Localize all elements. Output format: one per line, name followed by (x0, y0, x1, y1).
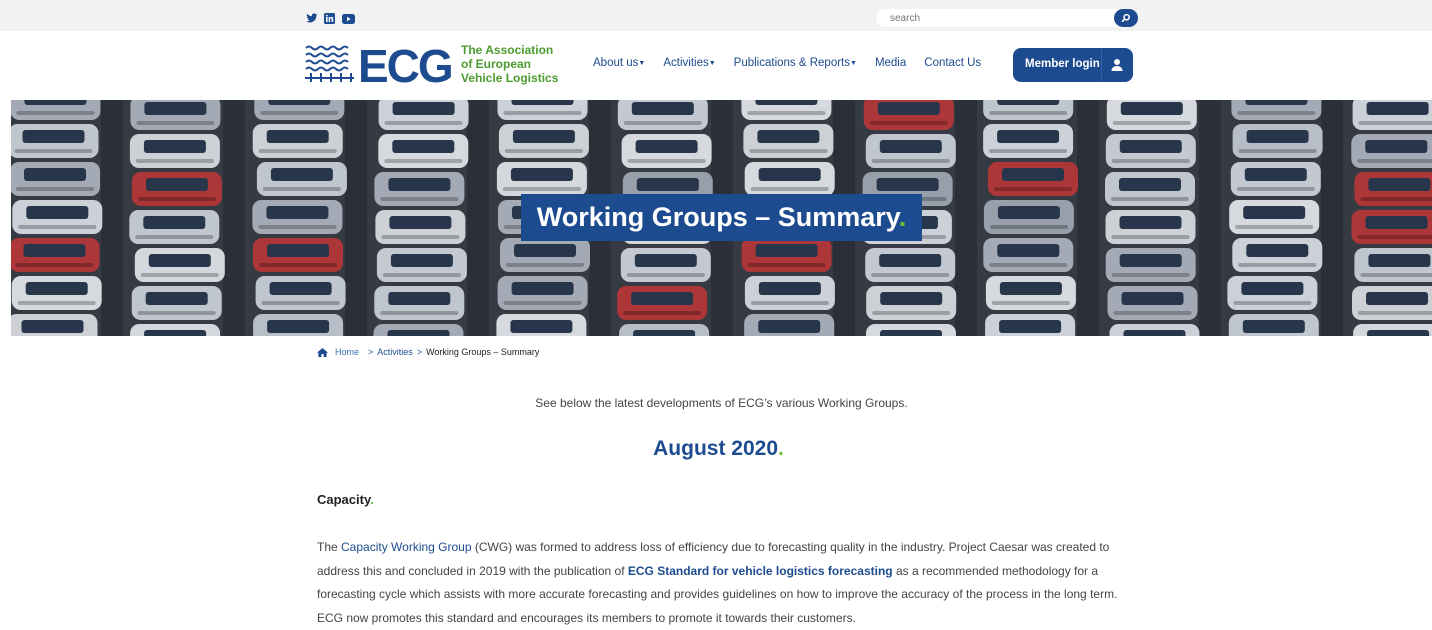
user-icon (1109, 57, 1125, 76)
member-login-button[interactable]: Member login (1013, 48, 1133, 82)
hero-title-dot: . (899, 202, 907, 232)
forecasting-standard-link[interactable]: ECG Standard for vehicle logistics forec… (628, 564, 893, 578)
nav-label: About us (593, 57, 638, 69)
capacity-working-group-link[interactable]: Capacity Working Group (341, 540, 472, 554)
waves-icon (305, 47, 354, 83)
search-box (876, 9, 1138, 27)
nav-activities[interactable]: Activities▼ (663, 57, 715, 69)
breadcrumb-home[interactable]: Home (335, 347, 359, 357)
section-heading-dot: . (370, 492, 374, 507)
breadcrumb-separator: > (368, 347, 373, 357)
ecg-logo[interactable]: ECG (305, 42, 455, 91)
caret-down-icon: ▼ (638, 60, 645, 67)
tagline-line-3: Vehicle Logistics (461, 71, 558, 85)
capacity-paragraph: The Capacity Working Group (CWG) was for… (317, 536, 1132, 630)
hero-title-text: Working Groups – Summary (537, 202, 899, 232)
main-nav: About us▼ Activities▼ Publications & Rep… (593, 57, 999, 69)
breadcrumb-separator: > (417, 347, 422, 357)
nav-media[interactable]: Media (875, 57, 906, 69)
breadcrumb-current: Working Groups – Summary (426, 347, 539, 357)
month-heading-text: August 2020 (653, 437, 778, 460)
paragraph-text: The (317, 540, 341, 554)
social-links (306, 11, 354, 22)
search-button[interactable] (1114, 9, 1138, 27)
breadcrumb-activities[interactable]: Activities (377, 347, 413, 357)
logo-wordmark: ECG (358, 42, 452, 86)
nav-label: Publications & Reports (734, 57, 850, 69)
caret-down-icon: ▼ (850, 60, 857, 67)
month-heading-dot: . (778, 437, 784, 460)
section-heading-capacity: Capacity. (317, 492, 374, 507)
section-heading-text: Capacity (317, 492, 370, 507)
nav-contact-us[interactable]: Contact Us (924, 57, 981, 69)
hero-title: Working Groups – Summary. (521, 194, 922, 241)
intro-text: See below the latest developments of ECG… (0, 396, 1432, 410)
site-header: ECG The Association of European Vehicle … (0, 31, 1432, 100)
search-input[interactable] (890, 11, 1100, 25)
logo-tagline: The Association of European Vehicle Logi… (461, 43, 558, 85)
youtube-icon[interactable] (342, 11, 354, 22)
top-bar (0, 0, 1432, 31)
tagline-line-1: The Association (461, 43, 558, 57)
month-heading: August 2020. (0, 437, 1432, 461)
linkedin-icon[interactable] (324, 11, 336, 22)
nav-label: Activities (663, 57, 708, 69)
breadcrumb: Home > Activities > Working Groups – Sum… (317, 347, 539, 357)
nav-publications-reports[interactable]: Publications & Reports▼ (734, 57, 857, 69)
caret-down-icon: ▼ (709, 60, 716, 67)
nav-label: Media (875, 57, 906, 69)
twitter-icon[interactable] (306, 11, 318, 22)
search-icon (1121, 13, 1131, 23)
member-login-label: Member login (1025, 58, 1100, 70)
home-icon[interactable] (317, 348, 328, 357)
nav-about-us[interactable]: About us▼ (593, 57, 645, 69)
tagline-line-2: of European (461, 57, 558, 71)
button-divider (1101, 48, 1102, 82)
nav-label: Contact Us (924, 57, 981, 69)
